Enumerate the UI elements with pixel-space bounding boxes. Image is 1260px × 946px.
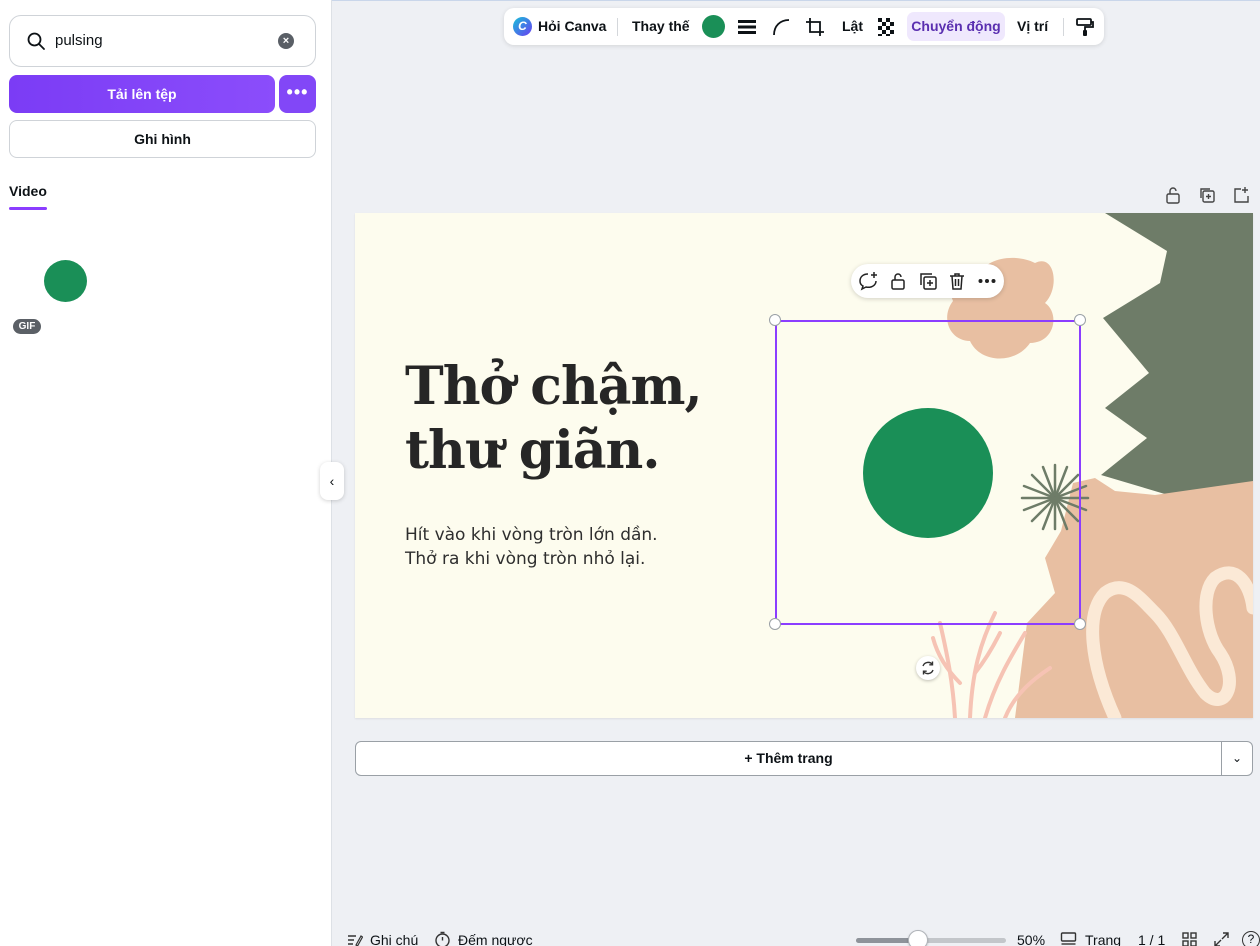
add-page-dropdown-button[interactable]: ⌄: [1222, 741, 1253, 776]
resize-handle-bottom-left[interactable]: [769, 618, 781, 630]
element-quick-actions: [851, 264, 1004, 298]
upload-more-button[interactable]: •••: [279, 75, 316, 113]
body-line-2: Thở ra khi vòng tròn nhỏ lại.: [405, 549, 646, 569]
zoom-value[interactable]: 50%: [1017, 932, 1045, 946]
toolbar-divider: [617, 18, 618, 36]
grid-view-icon[interactable]: [1181, 931, 1198, 946]
page-body-text[interactable]: Hít vào khi vòng tròn lớn dần. Thở ra kh…: [405, 523, 658, 571]
copy-style-icon[interactable]: [1074, 16, 1096, 38]
timer-button[interactable]: Đếm ngược: [458, 932, 533, 946]
search-input[interactable]: pulsing: [55, 32, 103, 49]
search-icon: [27, 32, 45, 50]
border-style-icon[interactable]: [736, 16, 758, 38]
canva-ai-icon: C: [513, 17, 532, 36]
fullscreen-icon[interactable]: [1213, 931, 1230, 946]
title-line-2: thư giãn.: [405, 420, 660, 481]
zoom-slider[interactable]: [856, 938, 1006, 943]
side-panel: pulsing × Tải lên tệp ••• Ghi hình Video…: [0, 0, 332, 946]
search-box[interactable]: pulsing ×: [9, 15, 316, 67]
notes-button[interactable]: Ghi chú: [370, 932, 418, 946]
resize-handle-bottom-right[interactable]: [1074, 618, 1086, 630]
add-page-button[interactable]: + Thêm trang: [355, 741, 1222, 776]
replace-button[interactable]: Thay thế: [632, 8, 690, 45]
body-line-1: Hít vào khi vòng tròn lớn dần.: [405, 525, 658, 545]
delete-icon[interactable]: [947, 271, 967, 291]
selection-frame[interactable]: [775, 320, 1081, 625]
animate-button[interactable]: Chuyển động: [907, 12, 1005, 41]
element-toolbar: C Hỏi Canva Thay thế Lật Chuyển động Vị …: [504, 8, 1104, 45]
collapse-panel-button[interactable]: ‹: [320, 462, 344, 500]
pages-icon: [1060, 932, 1077, 945]
page-title-text[interactable]: Thở chậm, thư giãn.: [405, 355, 703, 483]
upload-files-button[interactable]: Tải lên tệp: [9, 75, 275, 113]
crop-icon[interactable]: [804, 16, 826, 38]
timer-icon: [435, 931, 450, 946]
transparency-icon[interactable]: [876, 16, 898, 38]
toolbar-divider: [1063, 18, 1064, 36]
duplicate-page-icon[interactable]: [1198, 186, 1216, 204]
rotate-handle-icon[interactable]: [916, 656, 940, 680]
tab-video[interactable]: Video: [9, 183, 47, 199]
corner-rounding-icon[interactable]: [770, 16, 792, 38]
position-button[interactable]: Vị trí: [1017, 8, 1048, 45]
pages-button[interactable]: Trang: [1085, 932, 1121, 946]
add-page-icon[interactable]: [1232, 186, 1250, 204]
color-swatch-button[interactable]: [702, 15, 725, 38]
resize-handle-top-left[interactable]: [769, 314, 781, 326]
tab-video-underline: [9, 207, 47, 210]
lock-page-icon[interactable]: [1164, 186, 1182, 204]
title-line-1: Thở chậm,: [405, 356, 703, 417]
flip-button[interactable]: Lật: [842, 8, 863, 45]
bottom-bar: Ghi chú Đếm ngược 50% Trang 1 / 1 ?: [333, 926, 1260, 946]
clear-icon[interactable]: ×: [278, 33, 294, 49]
lock-icon[interactable]: [888, 271, 908, 291]
gif-badge: GIF: [13, 319, 41, 334]
page-counter[interactable]: 1 / 1: [1138, 932, 1165, 946]
ask-canva-button[interactable]: Hỏi Canva: [538, 8, 606, 45]
duplicate-icon[interactable]: [918, 271, 938, 291]
resize-handle-top-right[interactable]: [1074, 314, 1086, 326]
record-button[interactable]: Ghi hình: [9, 120, 316, 158]
add-comment-icon[interactable]: [858, 271, 878, 291]
zoom-slider-knob[interactable]: [908, 930, 928, 946]
help-button[interactable]: ?: [1242, 931, 1260, 946]
video-result-thumbnail[interactable]: [44, 260, 87, 302]
notes-icon: [348, 935, 363, 946]
more-options-icon[interactable]: [977, 271, 997, 291]
